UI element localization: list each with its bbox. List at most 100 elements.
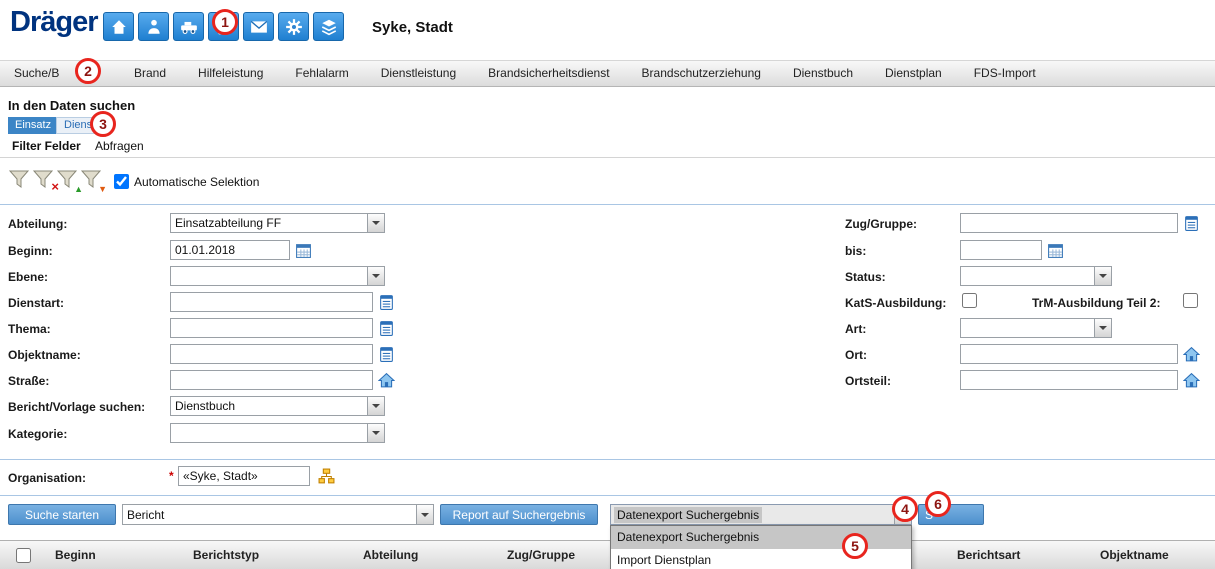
tab-fehlalarm[interactable]: Fehlalarm: [279, 61, 364, 86]
subtab-einsatz[interactable]: Einsatz: [8, 117, 58, 134]
chevron-down-icon[interactable]: [1094, 267, 1111, 285]
zug-gruppe-label: Zug/Gruppe:: [845, 216, 917, 232]
status-select[interactable]: [960, 266, 1112, 286]
mail-button[interactable]: [243, 12, 274, 41]
lookup-list-icon[interactable]: [377, 293, 395, 311]
organisation-label: Organisation:: [8, 470, 86, 486]
ortsteil-label: Ortsteil:: [845, 373, 891, 389]
filter-save-button[interactable]: ▼: [80, 168, 104, 192]
tab-dienstbuch[interactable]: Dienstbuch: [777, 61, 869, 86]
zug-gruppe-input[interactable]: [960, 213, 1178, 233]
chevron-down-icon[interactable]: [367, 424, 384, 442]
suche-starten-button[interactable]: Suche starten: [8, 504, 116, 525]
beginn-label: Beginn:: [8, 243, 53, 259]
annotation-circle-4: 4: [892, 496, 918, 522]
address-home-icon[interactable]: [377, 371, 395, 389]
tab-dienstplan[interactable]: Dienstplan: [869, 61, 958, 86]
bis-input[interactable]: [960, 240, 1042, 260]
select-all-checkbox[interactable]: [16, 548, 31, 563]
objektname-label: Objektname:: [8, 347, 81, 363]
ort-label: Ort:: [845, 347, 867, 363]
column-header-berichtsart[interactable]: Berichtsart: [957, 541, 1020, 569]
thema-input[interactable]: [170, 318, 373, 338]
vehicle-button[interactable]: [173, 12, 204, 41]
calendar-icon[interactable]: [1046, 241, 1064, 259]
home-button[interactable]: [103, 12, 134, 41]
section-heading: In den Daten suchen: [8, 98, 135, 113]
abteilung-select[interactable]: [170, 213, 385, 233]
filter-clear-button[interactable]: ×: [32, 168, 56, 192]
lookup-list-icon[interactable]: [377, 319, 395, 337]
beginn-input[interactable]: [170, 240, 290, 260]
dienstart-input[interactable]: [170, 292, 373, 312]
bericht-vorlage-value[interactable]: [171, 397, 367, 415]
person-button[interactable]: [138, 12, 169, 41]
column-header-abteilung[interactable]: Abteilung: [363, 541, 418, 569]
column-header-zug-gruppe[interactable]: Zug/Gruppe: [507, 541, 575, 569]
kategorie-select[interactable]: [170, 423, 385, 443]
bis-label: bis:: [845, 243, 866, 259]
tab-brand[interactable]: Brand: [118, 61, 182, 86]
filter-load-button[interactable]: ▲: [56, 168, 80, 192]
address-home-icon[interactable]: [1182, 345, 1200, 363]
thema-label: Thema:: [8, 321, 51, 337]
orange-down-arrow-icon: ▼: [98, 184, 107, 194]
report-suchergebnis-button[interactable]: Report auf Suchergebnis: [440, 504, 598, 525]
modules-button[interactable]: [313, 12, 344, 41]
column-header-berichtstyp[interactable]: Berichtstyp: [193, 541, 259, 569]
abteilung-value[interactable]: [171, 214, 367, 232]
tab-brandsicherheitsdienst[interactable]: Brandsicherheitsdienst: [472, 61, 625, 86]
bericht-vorlage-select[interactable]: [170, 396, 385, 416]
abteilung-label: Abteilung:: [8, 216, 67, 232]
ort-input[interactable]: [960, 344, 1178, 364]
objektname-input[interactable]: [170, 344, 373, 364]
ortsteil-input[interactable]: [960, 370, 1178, 390]
settings-button[interactable]: [278, 12, 309, 41]
ebene-label: Ebene:: [8, 269, 48, 285]
vehicle-icon: [180, 18, 198, 36]
chevron-down-icon[interactable]: [416, 505, 433, 524]
auto-selection-checkbox[interactable]: [114, 174, 129, 189]
art-select[interactable]: [960, 318, 1112, 338]
status-label: Status:: [845, 269, 886, 285]
ebene-value[interactable]: [171, 267, 367, 285]
strasse-label: Straße:: [8, 373, 49, 389]
calendar-icon[interactable]: [294, 241, 312, 259]
separator-line: [0, 157, 1215, 158]
tab-fds-import[interactable]: FDS-Import: [958, 61, 1052, 86]
annotation-circle-3: 3: [90, 111, 116, 137]
annotation-circle-1: 1: [212, 9, 238, 35]
bericht-value[interactable]: [123, 505, 416, 524]
required-asterisk: *: [169, 468, 174, 484]
chevron-down-icon[interactable]: [1094, 319, 1111, 337]
address-home-icon[interactable]: [1182, 371, 1200, 389]
status-value[interactable]: [961, 267, 1094, 285]
filtertab-filter-felder[interactable]: Filter Felder: [12, 139, 81, 153]
kategorie-value[interactable]: [171, 424, 367, 442]
column-header-objektname[interactable]: Objektname: [1100, 541, 1169, 569]
lookup-list-icon[interactable]: [377, 345, 395, 363]
ebene-select[interactable]: [170, 266, 385, 286]
art-value[interactable]: [961, 319, 1094, 337]
person-icon: [145, 18, 163, 36]
annotation-circle-2: 2: [75, 58, 101, 84]
chevron-down-icon[interactable]: [367, 267, 384, 285]
tab-hilfeleistung[interactable]: Hilfeleistung: [182, 61, 279, 86]
tab-brandschutzerziehung[interactable]: Brandschutzerziehung: [626, 61, 777, 86]
export-select[interactable]: Datenexport Suchergebnis: [610, 504, 912, 525]
bericht-select[interactable]: [122, 504, 434, 525]
kategorie-label: Kategorie:: [8, 426, 67, 442]
gear-icon: [285, 18, 303, 36]
lookup-list-icon[interactable]: [1182, 214, 1200, 232]
trm-ausbildung-checkbox[interactable]: [1183, 293, 1198, 308]
organisation-input[interactable]: [178, 466, 310, 486]
tab-dienstleistung[interactable]: Dienstleistung: [365, 61, 472, 86]
strasse-input[interactable]: [170, 370, 373, 390]
chevron-down-icon[interactable]: [367, 397, 384, 415]
column-header-beginn[interactable]: Beginn: [55, 541, 96, 569]
filtertab-abfragen[interactable]: Abfragen: [95, 139, 144, 153]
filter-apply-button[interactable]: [8, 168, 32, 192]
org-chart-icon[interactable]: [317, 467, 335, 485]
chevron-down-icon[interactable]: [367, 214, 384, 232]
kats-ausbildung-checkbox[interactable]: [962, 293, 977, 308]
